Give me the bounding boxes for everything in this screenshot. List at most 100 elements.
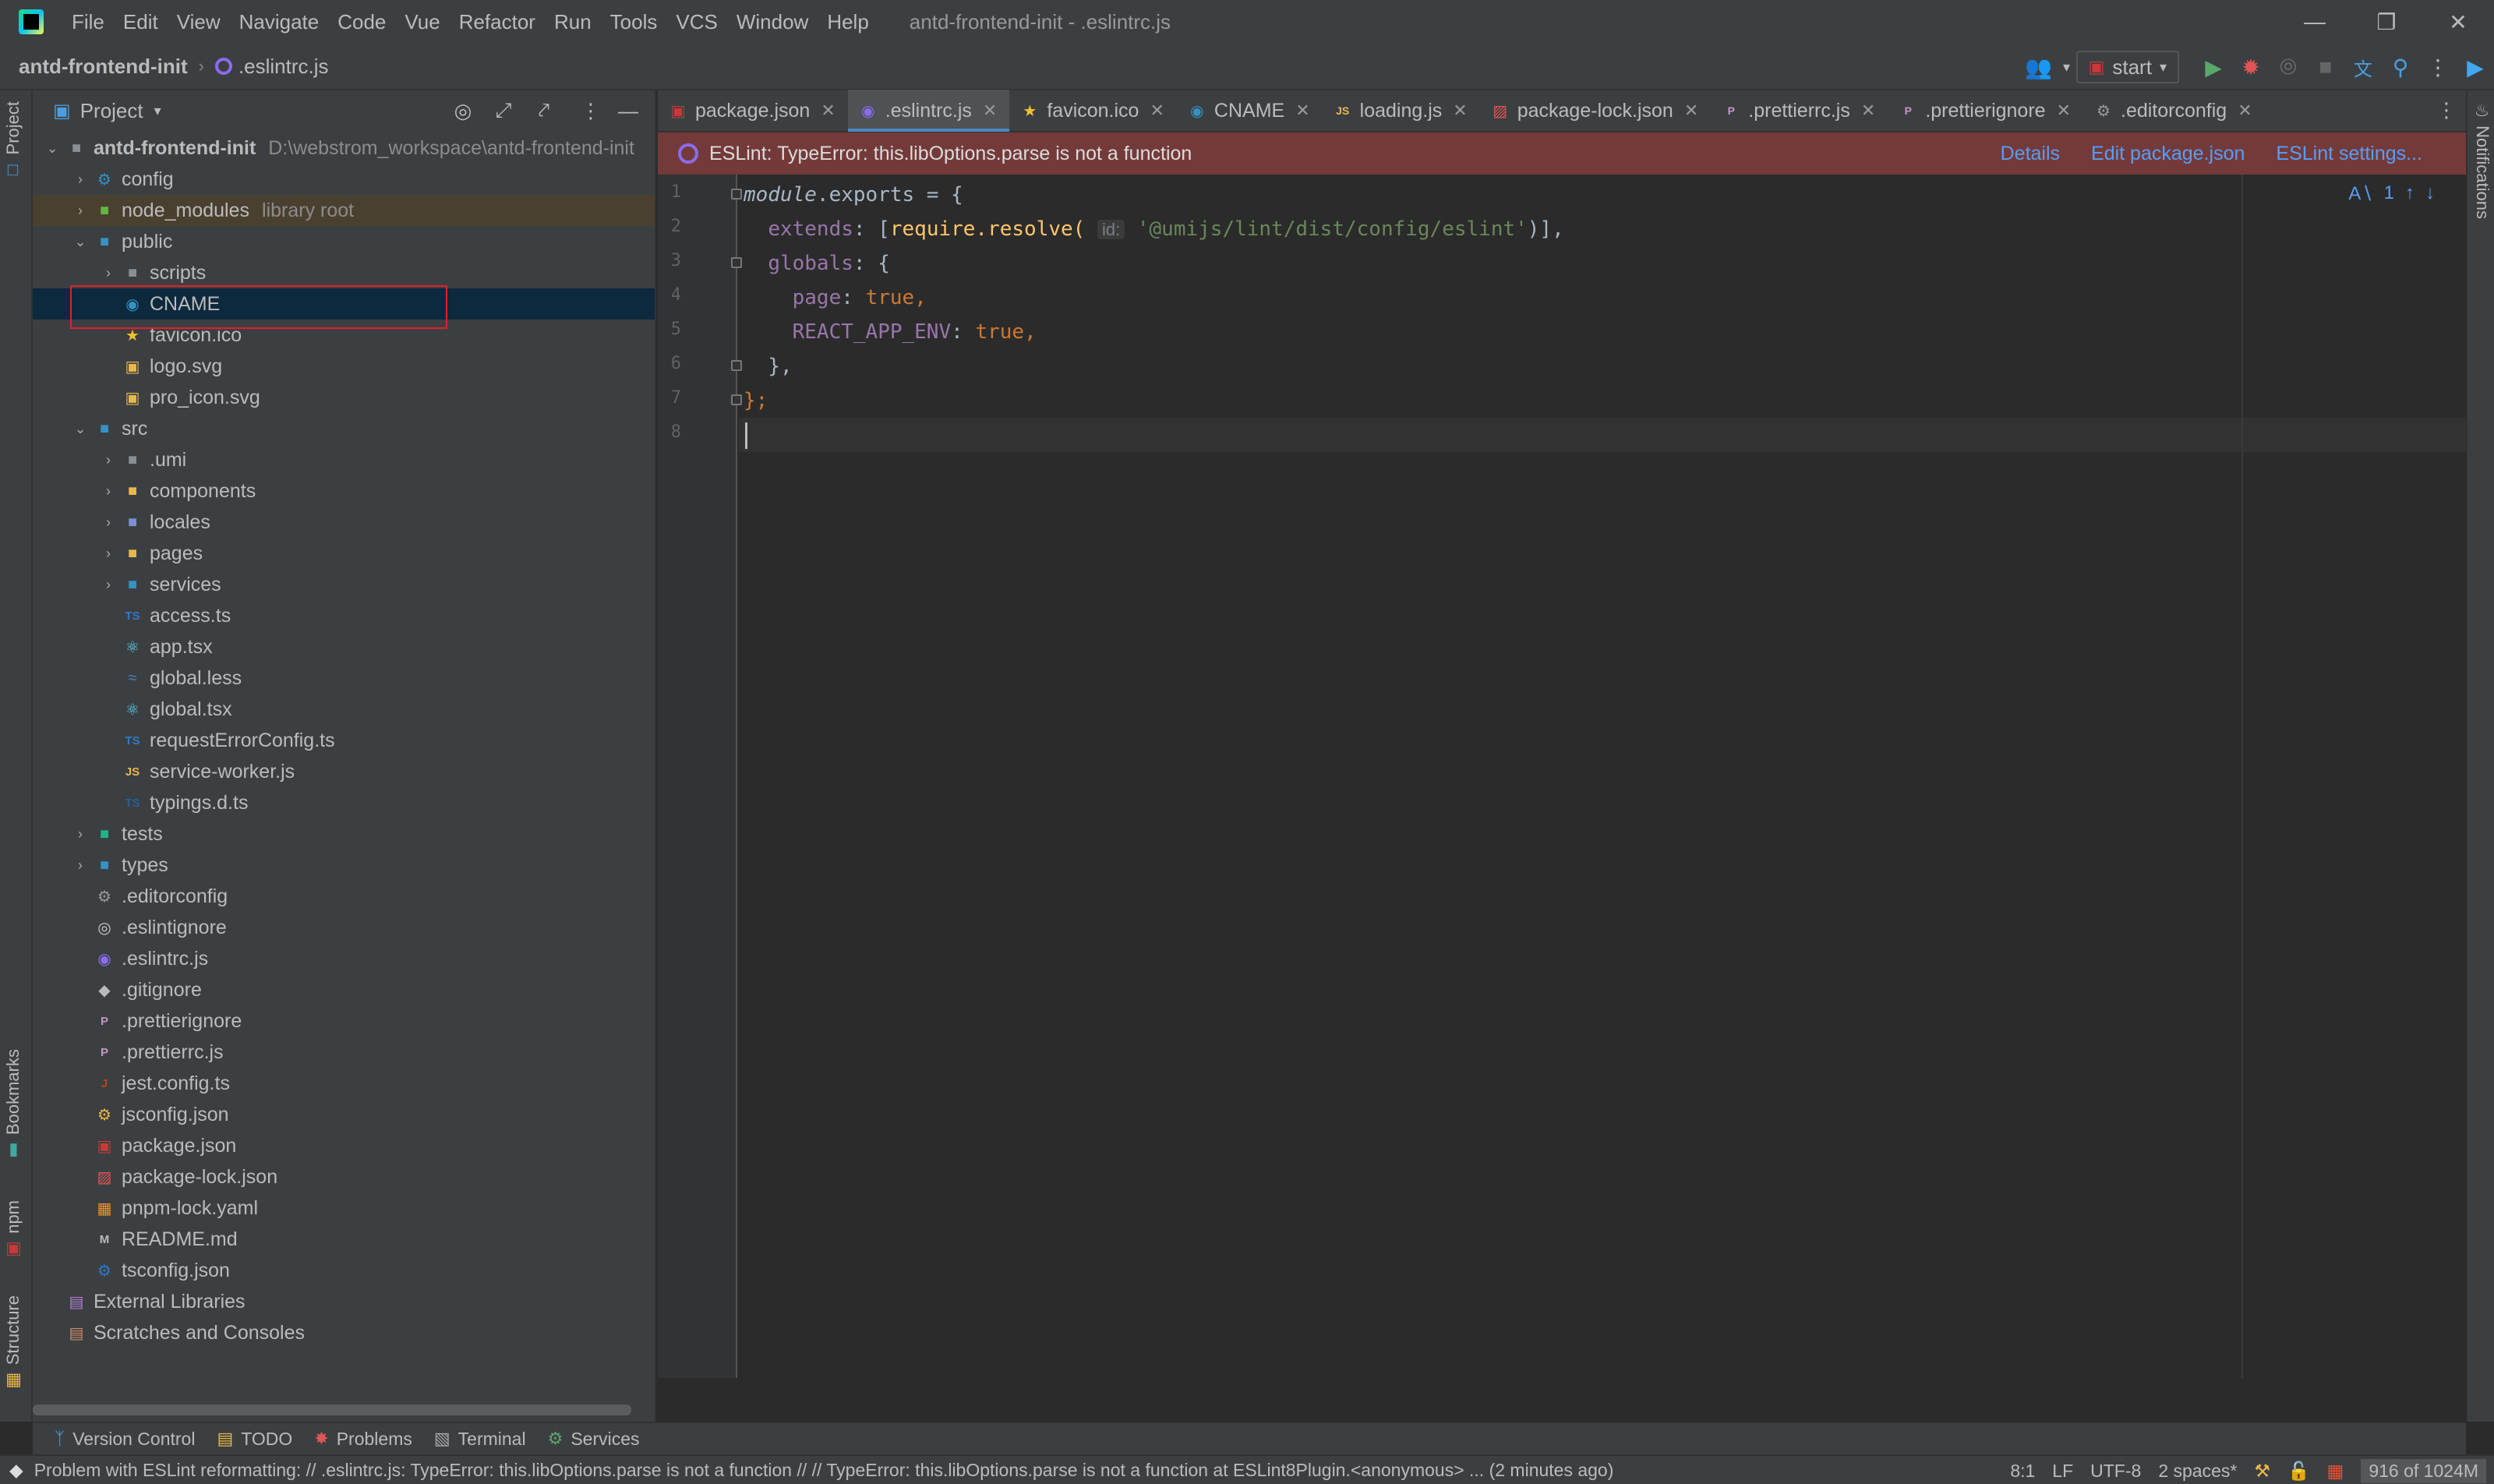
editor-tab[interactable]: P .prettierrc.js ✕ — [1711, 90, 1888, 132]
code-editor[interactable]: 1 2 3 4 5 6 7 8 module.exports = { extends: [re… — [658, 175, 2466, 1422]
debug-icon[interactable]: ✹ — [2232, 48, 2270, 86]
tree-item[interactable]: ▤ Scratches and Consoles — [33, 1317, 655, 1348]
run-icon[interactable]: ▶ — [2195, 48, 2232, 86]
chevron-right-icon[interactable]: › — [100, 577, 117, 593]
tool-tab-npm[interactable]: ▣ npm — [3, 1200, 23, 1260]
editor-tab[interactable]: ⚙ .editorconfig ✕ — [2083, 90, 2265, 132]
tree-item[interactable]: ◉ .eslintrc.js — [33, 943, 655, 974]
close-tab-icon[interactable]: ✕ — [983, 101, 997, 121]
tool-terminal[interactable]: ▧ Terminal — [434, 1429, 526, 1450]
close-tab-icon[interactable]: ✕ — [821, 101, 835, 121]
tree-item[interactable]: › ■ pages — [33, 538, 655, 569]
tool-tab-notifications[interactable]: ♨ Notifications — [2472, 101, 2492, 219]
breadcrumb-file[interactable]: .eslintrc.js — [238, 55, 329, 79]
tree-item[interactable]: › ■ types — [33, 850, 655, 881]
expand-all-icon[interactable]: ⤢ — [491, 98, 516, 123]
project-panel-title[interactable]: Project — [80, 99, 143, 123]
tree-item[interactable]: ⌄ ■ src — [33, 413, 655, 444]
editor-tab[interactable]: ▣ package.json ✕ — [658, 90, 848, 132]
fold-icon[interactable] — [731, 257, 742, 268]
chevron-right-icon[interactable]: › — [100, 265, 117, 281]
tree-item[interactable]: ▣ pro_icon.svg — [33, 382, 655, 413]
eslint-settings-link[interactable]: ESLint settings... — [2276, 143, 2422, 165]
horizontal-scrollbar[interactable] — [33, 1404, 631, 1415]
fold-icon[interactable] — [731, 189, 742, 200]
chevron-right-icon[interactable]: › — [72, 857, 89, 874]
tree-item[interactable]: ▤ External Libraries — [33, 1286, 655, 1317]
tree-item[interactable]: ⚛ global.tsx — [33, 694, 655, 725]
close-tab-icon[interactable]: ✕ — [2057, 101, 2071, 121]
tree-item[interactable]: › ■ tests — [33, 818, 655, 850]
close-icon[interactable]: ✕ — [2422, 0, 2494, 44]
editor-gutter[interactable]: 1 2 3 4 5 6 7 8 — [658, 175, 737, 1378]
tool-problems[interactable]: ✸ Problems — [314, 1429, 412, 1450]
close-tab-icon[interactable]: ✕ — [1453, 101, 1467, 121]
options-icon[interactable]: ⋮ — [578, 98, 603, 123]
menu-view[interactable]: View — [168, 0, 230, 44]
tree-item[interactable]: › ■ .umi — [33, 444, 655, 475]
tree-item[interactable]: ▣ package.json — [33, 1130, 655, 1161]
editor-tab[interactable]: ◉ .eslintrc.js ✕ — [847, 90, 1010, 132]
tree-item[interactable]: ◎ .eslintignore — [33, 912, 655, 943]
editor-tab[interactable]: JS loading.js ✕ — [1323, 90, 1480, 132]
chevron-right-icon[interactable]: › — [100, 452, 117, 468]
editor-tab[interactable]: P .prettierignore ✕ — [1888, 90, 2083, 132]
translate-icon[interactable]: 文 — [2344, 48, 2382, 86]
tree-item[interactable]: TS typings.d.ts — [33, 787, 655, 818]
editor-tab[interactable]: ▨ package-lock.json ✕ — [1480, 90, 1712, 132]
chevron-down-icon[interactable]: ⌄ — [72, 234, 89, 250]
tree-item[interactable]: ⌄ ■ public — [33, 226, 655, 257]
menu-file[interactable]: File — [62, 0, 114, 44]
tree-item[interactable]: ▨ package-lock.json — [33, 1161, 655, 1192]
chevron-down-icon[interactable]: ⌄ — [72, 421, 89, 437]
line-separator[interactable]: LF — [2052, 1461, 2073, 1482]
chevron-down-icon[interactable]: ▾ — [154, 103, 161, 119]
tree-item[interactable]: › ■ components — [33, 475, 655, 507]
fold-icon[interactable] — [731, 360, 742, 371]
memory-indicator[interactable]: 916 of 1024M — [2361, 1458, 2486, 1483]
tool-tab-structure[interactable]: ▦ Structure — [3, 1295, 23, 1390]
jetbrains-ai-icon[interactable]: ▶ — [2457, 48, 2494, 86]
menu-help[interactable]: Help — [818, 0, 878, 44]
arrow-up-icon[interactable]: ↑ — [2405, 182, 2415, 205]
run-config-select[interactable]: ▣ start ▾ — [2075, 51, 2179, 83]
close-tab-icon[interactable]: ✕ — [1684, 101, 1698, 121]
inspection-widget[interactable]: A∖ 1 ↑ ↓ — [2348, 182, 2435, 205]
more-tabs-icon[interactable]: ⋮ — [2436, 98, 2457, 122]
chevron-right-icon[interactable]: › — [72, 203, 89, 219]
tree-item[interactable]: › ■ locales — [33, 507, 655, 538]
close-tab-icon[interactable]: ✕ — [2238, 101, 2252, 121]
tree-item[interactable]: › ■ scripts — [33, 257, 655, 288]
indent-setting[interactable]: 2 spaces* — [2158, 1461, 2237, 1482]
lock-icon[interactable]: 🔓 — [2287, 1461, 2310, 1482]
webstorm-logo-icon[interactable] — [19, 9, 44, 34]
close-tab-icon[interactable]: ✕ — [1295, 101, 1309, 121]
edit-package-json-link[interactable]: Edit package.json — [2091, 143, 2245, 165]
arrow-down-icon[interactable]: ↓ — [2425, 182, 2435, 205]
caret-position[interactable]: 8:1 — [2010, 1461, 2035, 1482]
tree-item[interactable]: P .prettierignore — [33, 1005, 655, 1037]
menu-tools[interactable]: Tools — [601, 0, 667, 44]
inspection-tools-icon[interactable]: ⚒ — [2254, 1461, 2270, 1482]
close-tab-icon[interactable]: ✕ — [1150, 101, 1164, 121]
tree-item[interactable]: ⚛ app.tsx — [33, 631, 655, 662]
tree-item[interactable]: ⌄ ■ antd-frontend-init D:\webstrom_workspac… — [33, 132, 655, 164]
tree-item[interactable]: P .prettierrc.js — [33, 1037, 655, 1068]
tree-item[interactable]: › ■ node_modules library root — [33, 195, 655, 226]
coverage-icon[interactable]: ⦾ — [2270, 48, 2307, 86]
search-icon[interactable]: ⚲ — [2382, 48, 2419, 86]
hide-icon[interactable]: — — [616, 98, 641, 123]
chevron-right-icon[interactable]: › — [100, 483, 117, 500]
chevron-down-icon[interactable]: ⌄ — [44, 140, 61, 157]
menu-vcs[interactable]: VCS — [666, 0, 726, 44]
chevron-right-icon[interactable]: › — [72, 171, 89, 188]
tree-item[interactable]: ⚙ tsconfig.json — [33, 1255, 655, 1286]
tree-item[interactable]: ▦ pnpm-lock.yaml — [33, 1192, 655, 1224]
file-encoding[interactable]: UTF-8 — [2090, 1461, 2141, 1482]
stop-icon[interactable]: ■ — [2307, 48, 2344, 86]
chevron-right-icon[interactable]: › — [100, 546, 117, 562]
tool-services[interactable]: ⚙ Services — [548, 1429, 640, 1450]
restore-icon[interactable]: ❐ — [2351, 0, 2422, 44]
editor-tab[interactable]: ◉ CNAME ✕ — [1177, 90, 1323, 132]
status-message[interactable]: Problem with ESLint reformatting: // .es… — [34, 1460, 1614, 1481]
